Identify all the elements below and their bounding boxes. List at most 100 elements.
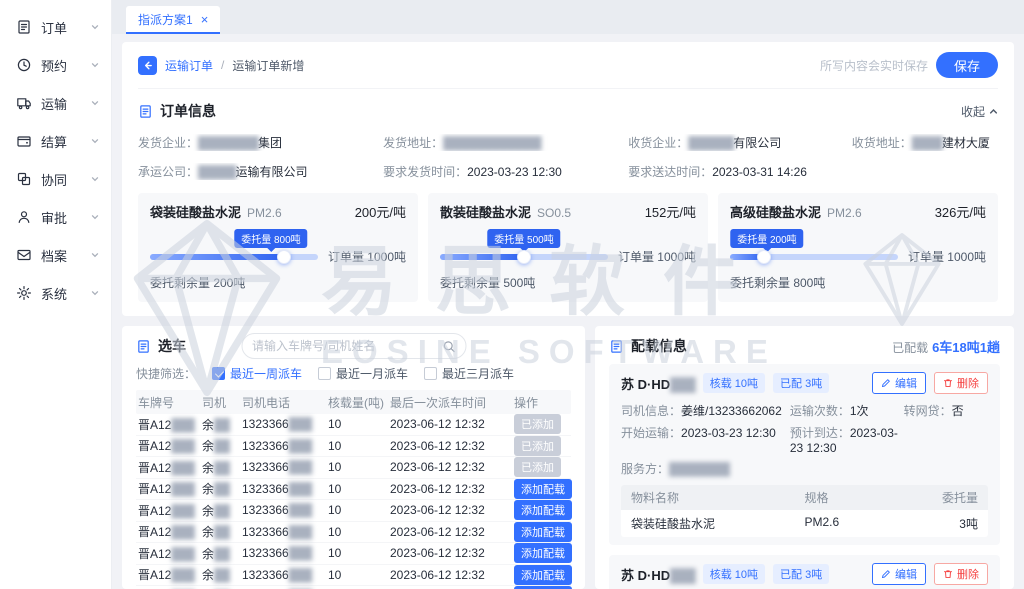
product-card: 袋装硅酸盐水泥 PM2.6 200元/吨 委托量 800吨 订单量 1000吨 …	[138, 193, 418, 302]
plate-cell: 晋A12███	[138, 459, 202, 476]
chevron-down-icon	[91, 251, 99, 259]
time-cell: 2023-06-12 12:32	[390, 417, 514, 431]
breadcrumb-link-transport-orders[interactable]: 运输订单	[165, 57, 213, 74]
sidebar-item-archive[interactable]: 档案	[0, 236, 111, 274]
chevron-down-icon	[91, 137, 99, 145]
phone-cell: 1323366███	[242, 503, 328, 517]
slider-fill	[150, 254, 284, 260]
remaining-quantity: 委托剩余量 500吨	[440, 274, 696, 291]
collapse-toggle[interactable]: 收起	[961, 103, 998, 120]
add-load-button[interactable]: 添加配载	[514, 479, 572, 499]
load-cell: 10	[328, 568, 390, 582]
sidebar-item-label: 预约	[41, 56, 67, 75]
driver-cell: 余██	[202, 480, 242, 497]
load-cell: 10	[328, 439, 390, 453]
commission-slider[interactable]: 委托量 800吨	[150, 254, 318, 260]
start-time: 开始运输：2023-03-23 12:30	[621, 424, 790, 455]
truck-icon	[16, 95, 32, 111]
field-shipper: 发货企业：████████集团	[138, 134, 383, 151]
driver-cell: 余██	[202, 459, 242, 476]
add-load-button[interactable]: 添加配载	[514, 565, 572, 585]
load-panel-icon	[609, 339, 624, 354]
clock-icon	[16, 57, 32, 73]
rated-load-badge: 核载 10吨	[703, 564, 765, 584]
add-load-button[interactable]: 添加配载	[514, 543, 572, 563]
sidebar-item-label: 订单	[41, 18, 67, 37]
table-row: 晋A12███ 余██ 1323366███ 10 2023-06-12 12:…	[136, 414, 571, 436]
load-cell: 10	[328, 417, 390, 431]
field-receive-address: 收货地址：████建材大厦	[852, 134, 998, 151]
commission-slider[interactable]: 委托量 500吨	[440, 254, 608, 260]
vehicle-search	[241, 333, 466, 359]
sidebar-item-collaboration[interactable]: 协同	[0, 160, 111, 198]
field-consignee: 收货企业：██████有限公司	[628, 134, 852, 151]
plate-cell: 晋A12███	[138, 437, 202, 454]
load-card: 苏 D·HD███ 核载 10吨 已配 3吨 编辑 删除	[609, 364, 1000, 545]
driver-cell: 余██	[202, 502, 242, 519]
panel-title: 配载信息	[631, 336, 687, 356]
remaining-quantity: 委托剩余量 800吨	[730, 274, 986, 291]
material-table-header: 物料名称规格委托量	[621, 485, 988, 510]
checkbox-icon[interactable]	[424, 367, 437, 380]
filter-last-month[interactable]: 最近一月派车	[318, 365, 408, 382]
remaining-quantity: 委托剩余量 200吨	[150, 274, 406, 291]
vehicle-select-panel: 选车 快捷筛选： 最近一周派车 最近一月派车 最近三月派车 车牌号司机司机电话核…	[122, 326, 585, 589]
plate-cell: 晋A12███	[138, 523, 202, 540]
sidebar: 订单 预约 运输 结算 协同 审批 档案 系统	[0, 0, 112, 589]
slider-handle[interactable]	[277, 250, 291, 264]
sidebar-item-approval[interactable]: 审批	[0, 198, 111, 236]
edit-button[interactable]: 编辑	[872, 372, 926, 394]
add-load-button[interactable]: 已添加	[514, 436, 561, 456]
close-icon[interactable]: ×	[201, 13, 209, 26]
trash-icon	[943, 569, 953, 579]
add-load-button[interactable]: 添加配载	[514, 522, 572, 542]
checkbox-icon[interactable]	[318, 367, 331, 380]
driver-info: 司机信息：姜维/13233662062	[621, 402, 790, 419]
order-quantity: 订单量 1000吨	[908, 248, 986, 265]
loaded-summary-value: 6车18吨1趟	[932, 340, 1000, 355]
plate-cell: 晋A12███	[138, 480, 202, 497]
filter-last-quarter[interactable]: 最近三月派车	[424, 365, 514, 382]
slider-handle[interactable]	[757, 250, 771, 264]
panel-title: 选车	[158, 336, 186, 356]
load-card: 苏 D·HD███ 核载 10吨 已配 3吨 编辑 删除	[609, 555, 1000, 589]
chevron-down-icon	[91, 99, 99, 107]
plate-cell: 晋A12███	[138, 502, 202, 519]
service-provider: 服务方：████████	[621, 460, 988, 477]
load-cards: 苏 D·HD███ 核载 10吨 已配 3吨 编辑 删除	[609, 364, 1000, 589]
sidebar-item-orders[interactable]: 订单	[0, 8, 111, 46]
time-cell: 2023-06-12 12:32	[390, 525, 514, 539]
edit-button[interactable]: 编辑	[872, 563, 926, 585]
material-table-row: 袋装硅酸盐水泥PM2.63吨	[621, 510, 988, 537]
sidebar-item-transport[interactable]: 运输	[0, 84, 111, 122]
save-button[interactable]: 保存	[936, 52, 998, 78]
section-title: 订单信息	[160, 101, 216, 121]
add-load-button[interactable]: 已添加	[514, 414, 561, 434]
product-spec: SO0.5	[537, 206, 571, 220]
product-card: 高级硅酸盐水泥 PM2.6 326元/吨 委托量 200吨 订单量 1000吨 …	[718, 193, 998, 302]
sidebar-item-system[interactable]: 系统	[0, 274, 111, 312]
add-load-button[interactable]: 添加配载	[514, 500, 572, 520]
delete-button[interactable]: 删除	[934, 563, 988, 585]
breadcrumb-separator: /	[221, 58, 224, 72]
breadcrumb: 运输订单 / 运输订单新增 所写内容会实时保存 保存	[138, 52, 998, 89]
delete-button[interactable]: 删除	[934, 372, 988, 394]
slider-handle[interactable]	[517, 250, 531, 264]
load-info-panel: 配载信息 已配载6车18吨1趟 苏 D·HD███ 核载 10吨 已配 3吨	[595, 326, 1014, 589]
sidebar-item-reservation[interactable]: 预约	[0, 46, 111, 84]
breadcrumb-current: 运输订单新增	[232, 57, 304, 74]
phone-cell: 1323366███	[242, 482, 328, 496]
sidebar-item-settlement[interactable]: 结算	[0, 122, 111, 160]
filter-last-week[interactable]: 最近一周派车	[212, 365, 302, 382]
chevron-down-icon	[91, 289, 99, 297]
vehicle-plate: 苏 D·HD███	[621, 565, 695, 584]
search-input[interactable]	[252, 339, 442, 353]
tab-assign-plan[interactable]: 指派方案1 ×	[126, 6, 220, 34]
commission-slider[interactable]: 委托量 200吨	[730, 254, 898, 260]
loaded-badge: 已配 3吨	[773, 564, 829, 584]
back-button[interactable]	[138, 56, 157, 75]
search-icon[interactable]	[442, 340, 455, 353]
add-load-button[interactable]: 已添加	[514, 457, 561, 477]
quick-filter-label: 快捷筛选：	[136, 365, 196, 382]
checkbox-checked-icon[interactable]	[212, 367, 225, 380]
